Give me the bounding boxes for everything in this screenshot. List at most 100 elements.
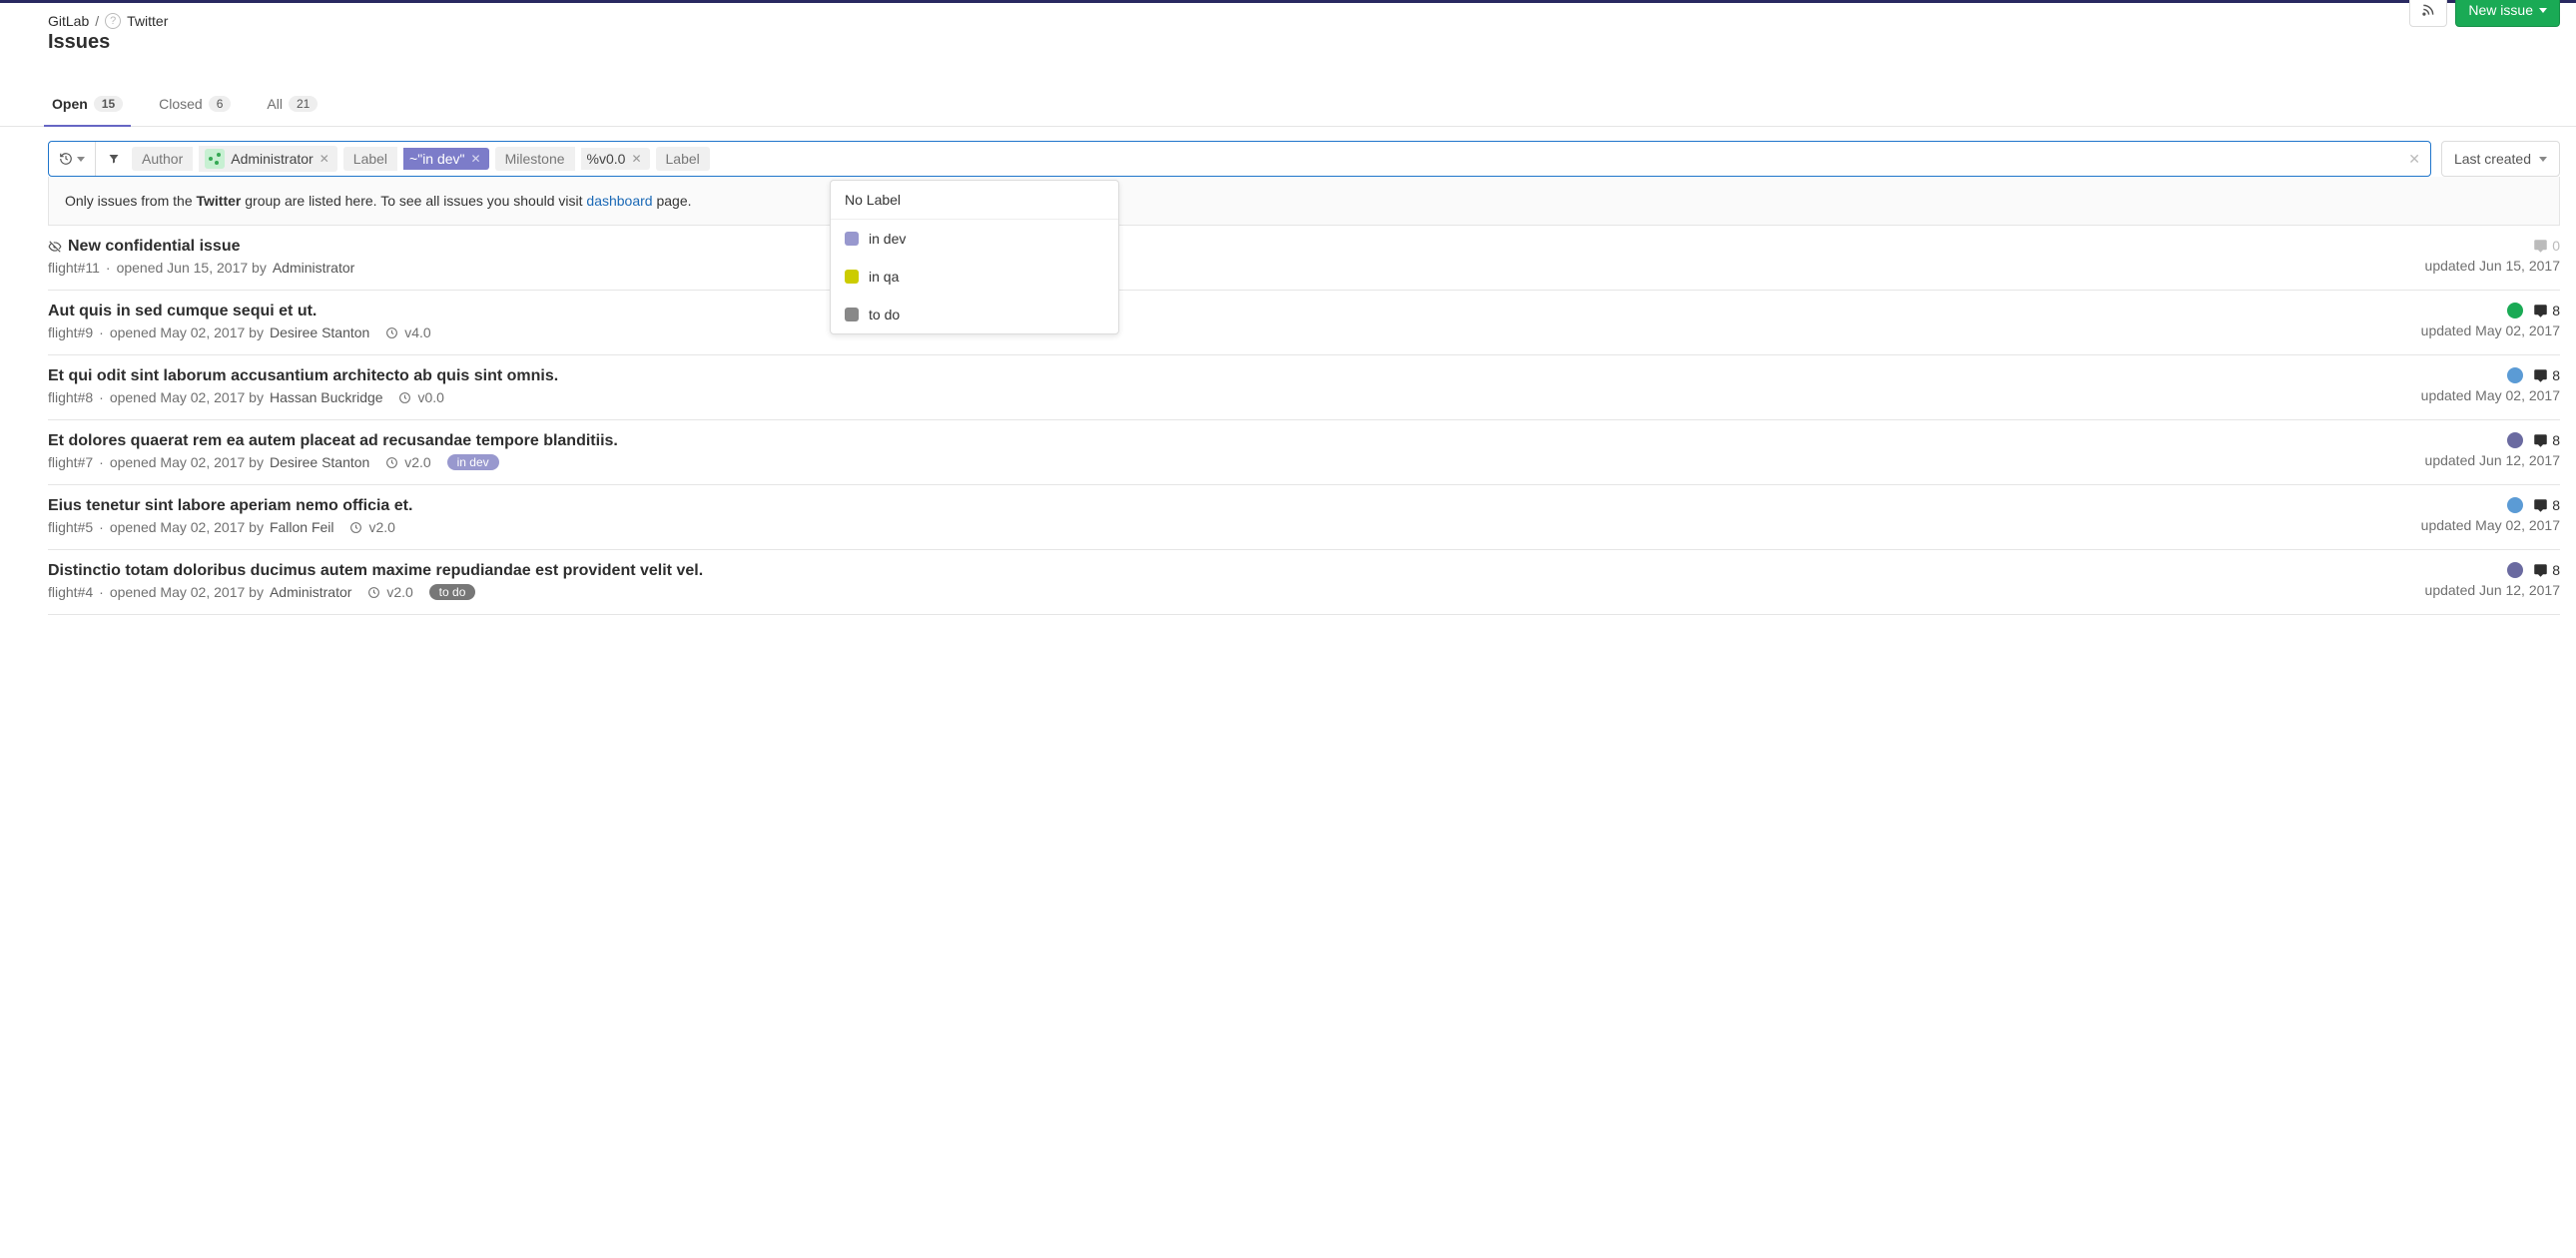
issue-author[interactable]: Desiree Stanton (270, 454, 369, 470)
breadcrumb-root[interactable]: GitLab (48, 13, 89, 29)
sort-label: Last created (2454, 151, 2531, 167)
clock-icon (385, 456, 398, 469)
tab-open[interactable]: Open15 (48, 86, 127, 126)
issue-milestone[interactable]: v4.0 (404, 324, 430, 340)
issue-ref: flight#8 (48, 389, 93, 405)
clock-icon (349, 521, 362, 534)
issue-updated: updated Jun 15, 2017 (2425, 258, 2560, 274)
issue-ref: flight#4 (48, 584, 93, 600)
issue-row[interactable]: Eius tenetur sint labore aperiam nemo of… (48, 485, 2560, 550)
new-issue-label: New issue (2468, 2, 2533, 18)
issue-label-pill[interactable]: in dev (447, 454, 499, 470)
dropdown-label-option[interactable]: to do (831, 296, 1118, 333)
issue-milestone[interactable]: v0.0 (417, 389, 443, 405)
comments-count[interactable]: 8 (2533, 497, 2560, 513)
caret-down-icon (2539, 8, 2547, 13)
assignee-avatar[interactable] (2507, 432, 2523, 448)
question-icon: ? (105, 13, 121, 29)
issue-ref: flight#7 (48, 454, 93, 470)
filter-token-label: Author (132, 147, 193, 171)
tab-count: 6 (209, 96, 232, 112)
filter-token-value[interactable]: ~"in dev"✕ (403, 148, 489, 170)
issue-author[interactable]: Administrator (270, 584, 351, 600)
filter-token-value[interactable]: Administrator✕ (199, 146, 337, 172)
tab-count: 21 (289, 96, 318, 112)
comment-icon (2533, 563, 2548, 578)
issue-row[interactable]: New confidential issue flight#11 · opene… (48, 226, 2560, 291)
avatar-icon (205, 149, 225, 169)
issue-opened: opened Jun 15, 2017 by (117, 260, 267, 276)
dropdown-option-text: in dev (869, 231, 906, 247)
dashboard-link[interactable]: dashboard (586, 193, 652, 209)
issue-author[interactable]: Desiree Stanton (270, 324, 369, 340)
issue-label-pill[interactable]: to do (429, 584, 476, 600)
confidential-icon (48, 240, 62, 254)
comments-count[interactable]: 8 (2533, 367, 2560, 383)
comment-icon (2533, 239, 2548, 254)
new-issue-button[interactable]: New issue (2455, 0, 2560, 27)
issue-author[interactable]: Hassan Buckridge (270, 389, 383, 405)
issue-updated: updated May 02, 2017 (2421, 517, 2560, 533)
label-color-swatch (845, 232, 859, 246)
dropdown-label-option[interactable]: in qa (831, 258, 1118, 296)
issue-row[interactable]: Et qui odit sint laborum accusantium arc… (48, 355, 2560, 420)
issue-opened: opened May 02, 2017 by (110, 454, 264, 470)
filter-token-label: Label (343, 147, 397, 171)
filter-token-value[interactable]: %v0.0✕ (581, 148, 650, 170)
history-icon (59, 152, 73, 166)
comment-icon (2533, 433, 2548, 448)
comment-icon (2533, 304, 2548, 318)
issue-updated: updated May 02, 2017 (2421, 322, 2560, 338)
issue-opened: opened May 02, 2017 by (110, 519, 264, 535)
filter-history-button[interactable] (49, 142, 96, 176)
remove-token-icon[interactable]: ✕ (471, 152, 481, 166)
clear-filter-icon[interactable]: ✕ (2408, 151, 2420, 168)
assignee-avatar[interactable] (2507, 303, 2523, 318)
issue-row[interactable]: Et dolores quaerat rem ea autem placeat … (48, 420, 2560, 485)
assignee-avatar[interactable] (2507, 562, 2523, 578)
issue-title: Distinctio totam doloribus ducimus autem… (48, 562, 703, 580)
sort-dropdown[interactable]: Last created (2441, 141, 2560, 177)
issue-opened: opened May 02, 2017 by (110, 389, 264, 405)
remove-token-icon[interactable]: ✕ (320, 152, 329, 166)
tab-label: Open (52, 96, 88, 112)
tab-closed[interactable]: Closed6 (155, 86, 235, 126)
rss-button[interactable] (2409, 0, 2447, 27)
filter-icon (96, 153, 132, 165)
label-color-swatch (845, 270, 859, 284)
remove-token-icon[interactable]: ✕ (631, 152, 641, 166)
dropdown-option-text: to do (869, 307, 900, 322)
filter-token-pending[interactable]: Label (656, 147, 710, 171)
comments-count[interactable]: 8 (2533, 432, 2560, 448)
breadcrumb-group[interactable]: Twitter (127, 13, 168, 29)
issue-milestone[interactable]: v2.0 (404, 454, 430, 470)
issue-state-tabs: Open15 Closed6 All21 (48, 86, 2560, 126)
comment-icon (2533, 368, 2548, 383)
issue-milestone[interactable]: v2.0 (386, 584, 412, 600)
issue-ref: flight#9 (48, 324, 93, 340)
dropdown-no-label[interactable]: No Label (831, 181, 1118, 219)
clock-icon (367, 586, 380, 599)
tab-all[interactable]: All21 (263, 86, 322, 126)
comments-count[interactable]: 0 (2533, 238, 2560, 254)
caret-down-icon (77, 157, 85, 162)
label-dropdown: No Label in dev in qa to do (830, 180, 1119, 334)
issue-author[interactable]: Administrator (273, 260, 354, 276)
issue-author[interactable]: Fallon Feil (270, 519, 334, 535)
issue-title: Et qui odit sint laborum accusantium arc… (48, 367, 558, 385)
issue-milestone[interactable]: v2.0 (368, 519, 394, 535)
assignee-avatar[interactable] (2507, 497, 2523, 513)
breadcrumb: GitLab / ? Twitter (48, 13, 168, 29)
assignee-avatar[interactable] (2507, 367, 2523, 383)
comments-count[interactable]: 8 (2533, 303, 2560, 318)
dropdown-option-text: in qa (869, 269, 899, 285)
issue-row[interactable]: Aut quis in sed cumque sequi et ut. flig… (48, 291, 2560, 355)
issue-updated: updated May 02, 2017 (2421, 387, 2560, 403)
issue-ref: flight#11 (48, 260, 100, 276)
filter-bar[interactable]: AuthorAdministrator✕Label~"in dev"✕Miles… (48, 141, 2431, 177)
comments-count[interactable]: 8 (2533, 562, 2560, 578)
issue-row[interactable]: Distinctio totam doloribus ducimus autem… (48, 550, 2560, 615)
rss-icon (2421, 3, 2435, 17)
dropdown-label-option[interactable]: in dev (831, 220, 1118, 258)
issue-updated: updated Jun 12, 2017 (2425, 452, 2560, 468)
